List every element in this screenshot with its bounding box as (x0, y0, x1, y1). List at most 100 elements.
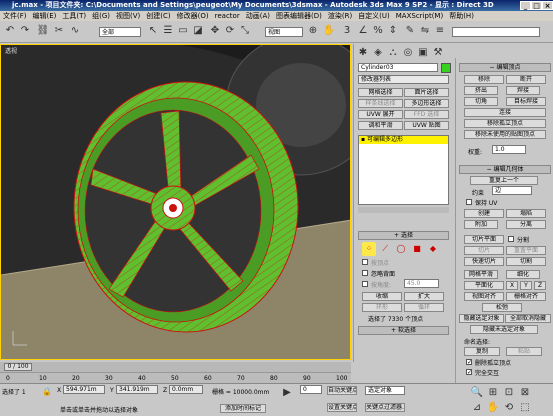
remove-button[interactable]: 移除 (464, 75, 504, 84)
play-controls-icon[interactable]: ▶ (280, 386, 294, 400)
split-checkbox[interactable] (508, 236, 514, 242)
menu-item-9[interactable]: 图表编辑器(D) (276, 12, 322, 20)
by-vertex-checkbox[interactable] (362, 259, 368, 265)
spinner-snap-icon[interactable]: ⇕ (386, 24, 400, 38)
copy-button[interactable]: 复制 (464, 347, 500, 356)
ffd-select-button[interactable]: FFD 选择 (404, 110, 449, 119)
menu-item-1[interactable]: 编辑(E) (33, 12, 57, 20)
menu-item-7[interactable]: reactor (215, 12, 240, 20)
menu-item-4[interactable]: 视图(V) (116, 12, 140, 20)
loop-button[interactable]: 循环 (404, 303, 444, 312)
break-button[interactable]: 断开 (506, 75, 546, 84)
set-key-button[interactable]: 设置关键点 (327, 403, 357, 412)
shrink-button[interactable]: 收缩 (362, 292, 402, 301)
redo-icon[interactable]: ↷ (18, 24, 32, 38)
spline-select-button[interactable]: 样条线选择 (358, 99, 403, 108)
named-selection-icon[interactable]: ✎ (403, 24, 417, 38)
create-tab-icon[interactable]: ✱ (356, 46, 370, 60)
fov-icon[interactable]: ⊿ (470, 401, 484, 415)
zoom-extents-icon[interactable]: ⊡ (502, 386, 516, 400)
cut-button[interactable]: 切割 (506, 257, 546, 266)
ignore-backfacing-checkbox[interactable] (362, 270, 368, 276)
zoom-all-icon[interactable]: ⊞ (486, 386, 500, 400)
named-selection-sets-field[interactable] (452, 27, 540, 37)
align-icon[interactable]: ≡ (433, 24, 447, 38)
menu-item-6[interactable]: 修改器(O) (177, 12, 209, 20)
undo-icon[interactable]: ↶ (3, 24, 17, 38)
stack-item-editable-poly[interactable]: ▪ 可编辑多边形 (359, 136, 448, 144)
minimize-button[interactable]: _ (520, 1, 531, 10)
hierarchy-tab-icon[interactable]: ⛬ (386, 46, 400, 60)
ref-coord-dropdown[interactable]: 视图 (265, 27, 303, 37)
snap-toggle-icon[interactable]: 3 (340, 24, 354, 38)
auto-key-button[interactable]: 自动关键点 (327, 386, 357, 395)
zoom-extents-all-icon[interactable]: ⊠ (518, 386, 532, 400)
uvw-map-button[interactable]: UVW 贴图 (404, 121, 449, 130)
constraints-dropdown[interactable]: 边 (492, 186, 532, 195)
planarize-y-button[interactable]: Y (520, 281, 532, 290)
target-weld-button[interactable]: 目标焊接 (506, 97, 546, 106)
element-mode-icon[interactable]: ◆ (426, 242, 440, 256)
attach-button[interactable]: 附加 (464, 220, 498, 229)
select-by-name-icon[interactable]: ☰ (161, 24, 175, 38)
modifier-stack[interactable]: ▪ 可编辑多边形 (358, 135, 449, 205)
repeat-last-button[interactable]: 重复上一个 (470, 176, 538, 185)
maximize-viewport-icon[interactable]: ⬚ (518, 401, 532, 415)
poly-select-button[interactable]: 多边形选择 (404, 99, 449, 108)
mesh-select-button[interactable]: 网格选择 (358, 88, 403, 97)
menu-item-13[interactable]: 帮助(H) (449, 12, 474, 20)
quickslice-button[interactable]: 快速切片 (464, 257, 504, 266)
menu-item-12[interactable]: MAXScript(M) (396, 12, 443, 20)
menu-item-0[interactable]: 文件(F) (3, 12, 27, 20)
connect-button[interactable]: 连接 (464, 108, 546, 117)
edit-geometry-rollout-header[interactable]: − 编辑几何体 (459, 165, 551, 174)
unlink-icon[interactable]: ✂ (52, 24, 66, 38)
time-slider[interactable]: 0 / 100 (4, 363, 32, 371)
utilities-tab-icon[interactable]: ⚒ (431, 46, 445, 60)
vertex-mode-icon[interactable]: ⁘ (362, 242, 376, 256)
motion-tab-icon[interactable]: ◎ (401, 46, 415, 60)
zoom-icon[interactable]: 🔍 (470, 386, 484, 400)
select-object-icon[interactable]: ↖ (146, 24, 160, 38)
uvw-unwrap-button[interactable]: UVW 展开 (358, 110, 403, 119)
angle-value-field[interactable]: 45.0 (404, 279, 439, 288)
remove-isolated-button[interactable]: 移除孤立顶点 (464, 119, 546, 128)
weld-button[interactable]: 焊接 (506, 86, 540, 95)
object-name-field[interactable]: Cylinder03 (358, 63, 438, 72)
slice-button[interactable]: 切片 (464, 246, 504, 255)
selection-filter-dropdown[interactable]: 全部 (99, 27, 141, 37)
maximize-button[interactable]: □ (531, 1, 542, 10)
grid-align-button[interactable]: 栅格对齐 (506, 292, 546, 301)
grow-button[interactable]: 扩大 (404, 292, 444, 301)
y-coordinate-field[interactable]: 341.919m (116, 385, 158, 394)
pivot-center-icon[interactable]: ⊕ (306, 24, 320, 38)
relax-button[interactable]: 松弛 (482, 303, 522, 312)
move-icon[interactable]: ✥ (208, 24, 222, 38)
reset-plane-button[interactable]: 重置平面 (506, 246, 546, 255)
arc-rotate-icon[interactable]: ⟲ (502, 401, 516, 415)
selection-rollout-header[interactable]: + 选择 (358, 231, 449, 240)
menu-item-8[interactable]: 动画(A) (246, 12, 270, 20)
hide-selected-button[interactable]: 隐藏选定对象 (459, 314, 504, 323)
close-button[interactable]: × (542, 1, 553, 10)
object-color-swatch[interactable] (441, 63, 451, 73)
planarize-x-button[interactable]: X (506, 281, 518, 290)
detach-button[interactable]: 分离 (506, 220, 546, 229)
lock-selection-icon[interactable]: 🔒 (40, 385, 54, 399)
planarize-button[interactable]: 平面化 (464, 281, 504, 290)
meshsmooth-button[interactable]: 网格平滑 (464, 270, 498, 279)
manipulate-icon[interactable]: ✋ (322, 24, 336, 38)
create-button[interactable]: 创建 (464, 209, 504, 218)
pan-icon[interactable]: ✋ (486, 401, 500, 415)
ring-button[interactable]: 环形 (362, 303, 402, 312)
menu-item-11[interactable]: 自定义(U) (358, 12, 390, 20)
z-coordinate-field[interactable]: 0.0mm (169, 385, 203, 394)
modifier-list-dropdown[interactable]: 修改器列表 (358, 75, 449, 84)
preserve-uv-checkbox[interactable] (466, 199, 472, 205)
polygon-mode-icon[interactable]: ■ (410, 242, 424, 256)
paste-button[interactable]: 粘贴 (506, 347, 542, 356)
chamfer-button[interactable]: 切角 (464, 97, 498, 106)
hide-unselected-button[interactable]: 隐藏未选定对象 (470, 325, 538, 334)
meshsmooth-button[interactable]: 调和平滑 (358, 121, 403, 130)
rect-selection-icon[interactable]: ▭ (176, 24, 190, 38)
